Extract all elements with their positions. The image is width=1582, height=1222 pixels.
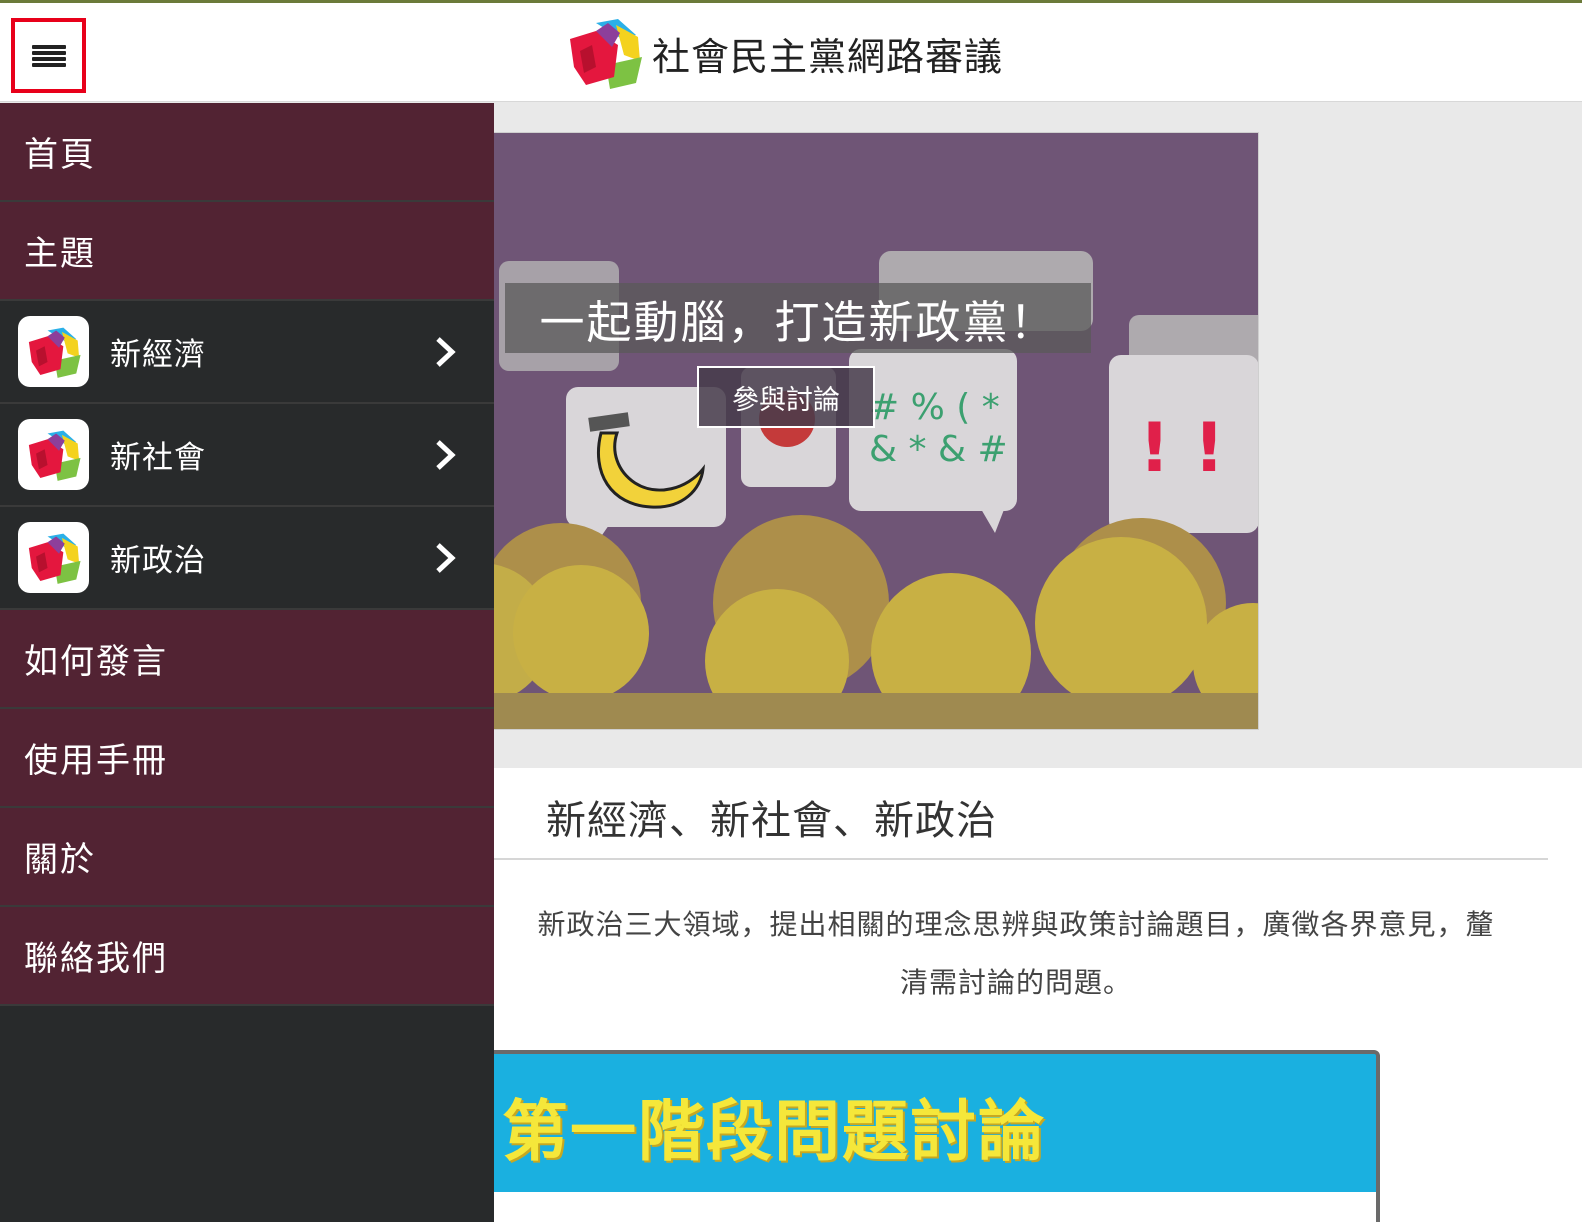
drawer-item-new-society[interactable]: 新社會 [0, 404, 494, 507]
chevron-right-icon [436, 440, 456, 470]
drawer-item-label: 首頁 [24, 135, 96, 175]
brand-title: 社會民主黨網路審議 [652, 34, 1004, 79]
chevron-right-icon [436, 543, 456, 573]
drawer-item-new-economy[interactable]: 新經濟 [0, 301, 494, 404]
section-description: 新政治三大領域，提出相關的理念思辨與政策討論題目，廣徵各界意見，釐 清需討論的問… [494, 896, 1546, 1012]
drawer-item-new-politics[interactable]: 新政治 [0, 507, 494, 610]
intro-section: 新經濟、新社會、新政治 新政治三大領域，提出相關的理念思辨與政策討論題目，廣徵各… [494, 768, 1582, 1222]
description-line-1: 新政治三大領域，提出相關的理念思辨與政策討論題目，廣徵各界意見，釐 [537, 908, 1495, 941]
description-line-2: 清需討論的問題。 [899, 966, 1132, 999]
drawer-item-label: 新社會 [110, 440, 206, 476]
party-logo-icon [18, 316, 89, 387]
svg-text:& * & #: & * & # [869, 429, 1008, 470]
drawer-item-home[interactable]: 首頁 [0, 103, 494, 202]
drawer-item-label: 主題 [24, 234, 96, 274]
svg-text:# % ( *: # % ( * [869, 387, 1000, 428]
drawer-item-label: 關於 [24, 840, 96, 880]
menu-toggle-button[interactable] [11, 18, 86, 93]
party-logo-icon [18, 419, 89, 490]
drawer-item-label: 使用手冊 [24, 741, 168, 781]
stage-one-banner[interactable]: 第一階段問題討論 [494, 1050, 1380, 1222]
drawer-item-label: 聯絡我們 [24, 939, 168, 979]
party-logo-icon [18, 522, 89, 593]
drawer-item-about[interactable]: 關於 [0, 808, 494, 907]
drawer-item-label: 新經濟 [110, 337, 206, 373]
party-logo-icon [570, 19, 642, 89]
section-title: 新經濟、新社會、新政治 [546, 798, 997, 844]
section-divider [494, 858, 1548, 860]
hero-banner: # % ( * & * & # ! ! 一起動腦，打造新政黨！ 參與討論 [494, 132, 1259, 730]
drawer-item-label: 如何發言 [24, 642, 168, 682]
drawer-item-label: 新政治 [110, 543, 206, 579]
drawer-item-topics[interactable]: 主題 [0, 202, 494, 301]
hero-caption: 一起動腦，打造新政黨！ [505, 283, 1091, 353]
drawer-item-how-to-post[interactable]: 如何發言 [0, 610, 494, 709]
brand[interactable]: 社會民主黨網路審議 [566, 15, 1003, 91]
hero-illustration: # % ( * & * & # ! ! [494, 133, 1258, 729]
stage-title: 第一階段問題討論 [502, 1093, 1046, 1170]
stage-banner-footer [494, 1192, 1376, 1222]
hamburger-menu-icon [31, 44, 66, 67]
main-content: # % ( * & * & # ! ! 一起動腦，打造新政黨！ 參與討論 新經濟… [494, 103, 1582, 1222]
svg-text:! !: ! ! [1139, 409, 1225, 488]
side-drawer: 首頁 主題 新經濟 新社會 新政治 如何發言 使用手冊 關於 聯絡我們 [0, 103, 494, 1222]
drawer-item-contact-us[interactable]: 聯絡我們 [0, 907, 494, 1006]
chevron-right-icon [436, 337, 456, 367]
drawer-item-user-manual[interactable]: 使用手冊 [0, 709, 494, 808]
join-discussion-button[interactable]: 參與討論 [697, 366, 875, 428]
site-header: 社會民主黨網路審議 [0, 3, 1582, 102]
